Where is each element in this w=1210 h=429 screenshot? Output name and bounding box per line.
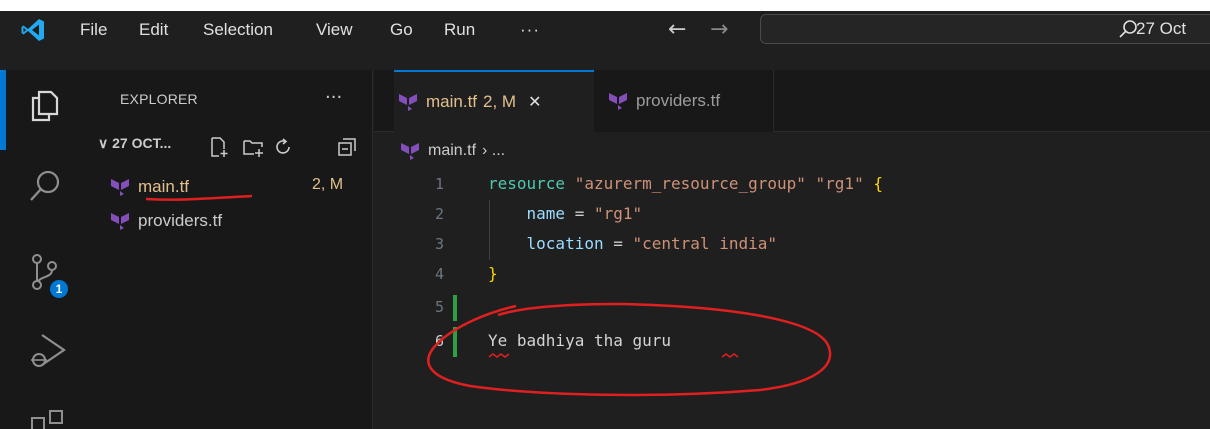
line-number: 4 bbox=[434, 265, 444, 283]
file-status-badge: 2, M bbox=[312, 176, 344, 193]
file-name: providers.tf bbox=[138, 211, 223, 230]
search-text: 27 Oct bbox=[1136, 19, 1187, 38]
spell-squiggle bbox=[721, 353, 739, 358]
code-token: "azurerm_resource_group" bbox=[574, 174, 806, 193]
tab-close-icon[interactable]: ✕ bbox=[528, 92, 541, 112]
extensions-icon[interactable] bbox=[30, 408, 66, 429]
code-line-2[interactable]: name = "rg1" bbox=[488, 204, 643, 224]
line-number: 5 bbox=[434, 298, 444, 316]
code-token: location bbox=[526, 234, 604, 253]
line-number: 2 bbox=[434, 205, 444, 223]
terraform-file-icon bbox=[399, 94, 417, 111]
workspace-folder-header[interactable]: ∨ 27 OCT... bbox=[98, 135, 171, 152]
file-item-providers-tf[interactable]: providers.tf bbox=[110, 208, 222, 234]
menu-selection[interactable]: Selection bbox=[203, 17, 273, 43]
tab-main-tf[interactable]: main.tf 2, M ✕ bbox=[394, 70, 594, 132]
line-number: 1 bbox=[434, 175, 444, 193]
explorer-title: EXPLORER bbox=[120, 91, 198, 107]
git-added-indicator bbox=[453, 295, 457, 321]
explorer-more-button[interactable]: ··· bbox=[325, 87, 342, 108]
code-line-4[interactable]: } bbox=[488, 264, 498, 284]
menu-edit[interactable]: Edit bbox=[139, 17, 168, 43]
menu-run[interactable]: Run bbox=[444, 17, 475, 43]
new-file-icon[interactable] bbox=[208, 136, 230, 158]
git-added-indicator bbox=[453, 327, 457, 357]
forward-arrow-icon[interactable]: → bbox=[710, 17, 728, 43]
tab-label: providers.tf bbox=[636, 91, 721, 110]
code-token: "central india" bbox=[632, 234, 778, 253]
terraform-file-icon bbox=[111, 179, 129, 196]
breadcrumb[interactable]: main.tf › ... bbox=[400, 136, 505, 166]
code-token: = bbox=[565, 204, 594, 223]
code-line-6[interactable]: Ye badhiya tha guru bbox=[488, 331, 671, 351]
refresh-icon[interactable] bbox=[272, 136, 294, 158]
line-number: 3 bbox=[434, 235, 444, 253]
menu-more[interactable]: ··· bbox=[520, 17, 540, 43]
terraform-file-icon bbox=[111, 213, 129, 230]
code-line-3[interactable]: location = "central india" bbox=[488, 234, 777, 254]
code-line-1[interactable]: resource "azurerm_resource_group" "rg1" … bbox=[488, 174, 883, 194]
spell-squiggle bbox=[488, 353, 510, 358]
collapse-all-icon[interactable] bbox=[336, 136, 358, 158]
window-top-edge bbox=[0, 0, 1210, 11]
code-token: = bbox=[603, 234, 633, 253]
terraform-file-icon bbox=[609, 93, 627, 110]
code-token: } bbox=[488, 264, 498, 283]
tab-providers-tf[interactable]: providers.tf bbox=[594, 70, 774, 132]
back-arrow-icon[interactable]: ← bbox=[668, 17, 686, 43]
menu-file[interactable]: File bbox=[80, 17, 107, 43]
code-token: "rg1" bbox=[593, 204, 643, 223]
search-activity-icon[interactable] bbox=[27, 168, 63, 204]
vscode-logo-icon bbox=[21, 19, 44, 41]
explorer-files-icon[interactable] bbox=[25, 86, 63, 124]
file-name: main.tf bbox=[138, 177, 190, 196]
tab-status: 2, M bbox=[483, 92, 517, 111]
run-debug-icon[interactable] bbox=[28, 330, 68, 370]
menu-go[interactable]: Go bbox=[390, 17, 413, 43]
file-item-main-tf[interactable]: main.tf bbox=[110, 174, 189, 200]
code-token: name bbox=[526, 204, 566, 223]
code-token: "rg1" bbox=[815, 174, 864, 193]
breadcrumb-file[interactable]: main.tf bbox=[428, 142, 476, 160]
code-token: resource bbox=[488, 174, 566, 193]
terraform-file-icon bbox=[401, 143, 419, 160]
line-number: 6 bbox=[434, 332, 444, 350]
tab-label: main.tf bbox=[426, 92, 478, 111]
menu-view[interactable]: View bbox=[316, 17, 353, 43]
code-token: { bbox=[873, 174, 883, 193]
source-control-badge: 1 bbox=[50, 280, 68, 298]
activity-active-indicator bbox=[0, 70, 6, 150]
breadcrumb-rest[interactable]: › ... bbox=[482, 142, 505, 160]
new-folder-icon[interactable] bbox=[242, 136, 264, 158]
explorer-sidebar bbox=[88, 70, 373, 429]
